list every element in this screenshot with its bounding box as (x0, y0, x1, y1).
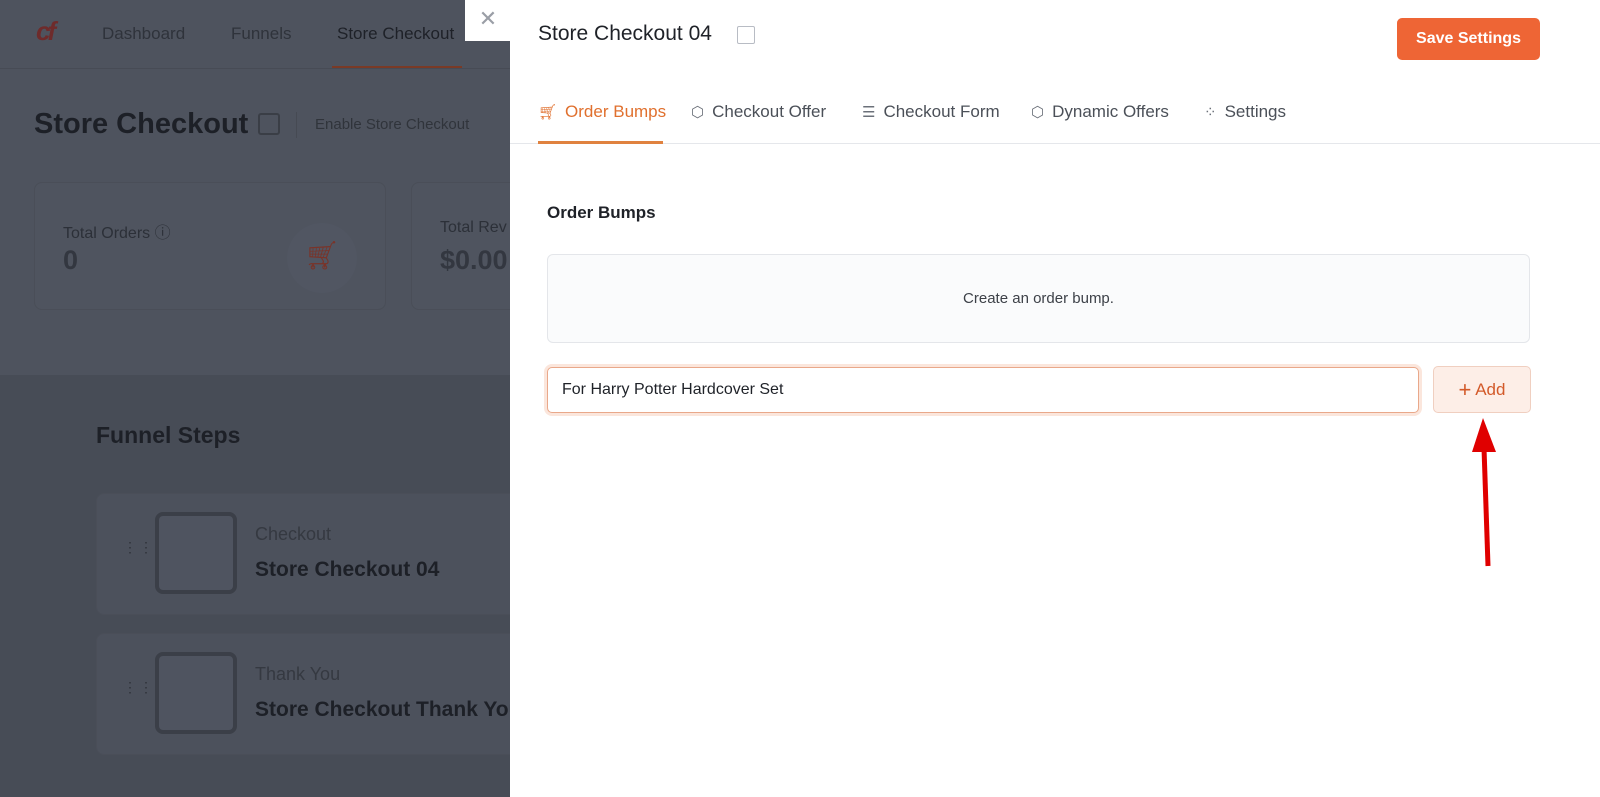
step-name: Store Checkout 04 (255, 558, 440, 581)
funnel-step[interactable]: ⋮⋮ Thank You Store Checkout Thank You (96, 633, 522, 755)
tab-checkout-offer[interactable]: ⬡ Checkout Offer (691, 102, 826, 122)
top-nav: cf Dashboard Funnels Store Checkout (0, 0, 520, 69)
logo: cf (36, 16, 56, 46)
cart-icon: 🛒︎ (287, 223, 357, 293)
drag-handle-icon[interactable]: ⋮⋮ (123, 540, 155, 554)
tab-order-bumps[interactable]: 🛒︎ Order Bumps (538, 102, 666, 122)
nav-funnels[interactable]: Funnels (231, 24, 291, 44)
stat-label: Total Rev (440, 219, 507, 236)
nav-active-underline (332, 66, 462, 68)
list-icon: ☰ (862, 104, 876, 121)
tab-settings[interactable]: ⁘ Settings (1204, 102, 1286, 122)
tab-dynamic-offers[interactable]: ⬡ Dynamic Offers (1031, 102, 1169, 122)
page-title: Store Checkout (34, 108, 249, 140)
stat-value: $0.00 (440, 245, 508, 275)
settings-drawer: Store Checkout 04 Save Settings 🛒︎ Order … (510, 0, 1600, 797)
edit-icon[interactable] (258, 113, 280, 135)
plus-icon: + (1458, 376, 1472, 402)
stat-value: 0 (63, 245, 79, 275)
divider (296, 112, 297, 138)
drag-handle-icon[interactable]: ⋮⋮ (123, 680, 155, 694)
save-settings-button[interactable]: Save Settings (1397, 18, 1540, 60)
box-icon: ⬡ (691, 104, 705, 121)
step-thumbnail (155, 652, 237, 734)
close-drawer-button[interactable]: ✕ (465, 0, 511, 41)
tab-checkout-form[interactable]: ☰ Checkout Form (862, 102, 1000, 122)
empty-state: Create an order bump. (547, 254, 1530, 343)
edit-icon[interactable] (737, 26, 755, 44)
nav-dashboard[interactable]: Dashboard (102, 24, 185, 44)
drawer-header: Store Checkout 04 Save Settings 🛒︎ Order … (510, 0, 1600, 144)
order-bump-name-input[interactable] (547, 367, 1419, 413)
step-type: Thank You (255, 664, 341, 684)
drawer-title: Store Checkout 04 (538, 22, 712, 45)
help-icon: ⓘ (154, 225, 171, 242)
add-order-bump-button[interactable]: + Add (1433, 366, 1531, 413)
box-icon: ⬡ (1031, 104, 1045, 121)
stat-label: Total Orders ⓘ (63, 225, 171, 242)
section-title: Order Bumps (547, 203, 656, 222)
step-name: Store Checkout Thank You (255, 698, 522, 721)
enable-store-checkout-label: Enable Store Checkout (315, 116, 470, 133)
close-icon: ✕ (478, 6, 498, 31)
funnel-step[interactable]: ⋮⋮ Checkout Store Checkout 04 (96, 493, 520, 615)
active-tab-underline (538, 141, 663, 144)
cart-icon: 🛒︎ (538, 104, 558, 121)
funnel-steps-title: Funnel Steps (96, 422, 241, 448)
step-thumbnail (155, 512, 237, 594)
nav-store-checkout[interactable]: Store Checkout (337, 24, 454, 44)
grid-icon: ⁘ (1204, 104, 1217, 121)
step-type: Checkout (255, 524, 332, 544)
stat-card-total-orders: Total Orders ⓘ 0 🛒︎ (34, 182, 386, 310)
